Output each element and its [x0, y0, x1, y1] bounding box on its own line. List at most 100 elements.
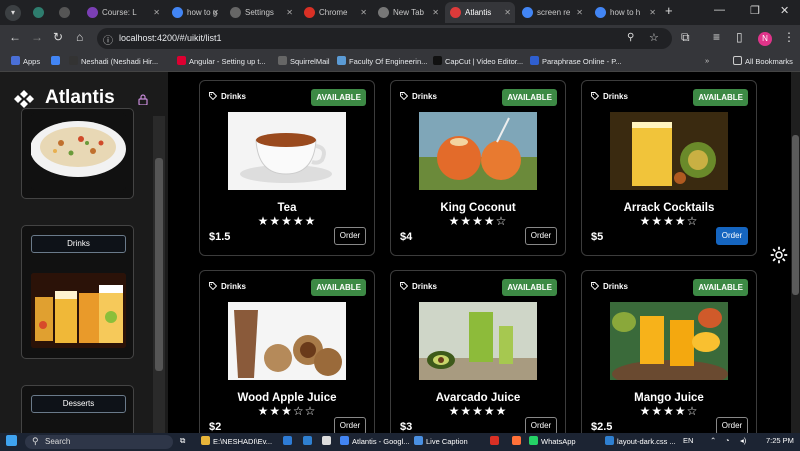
product-name: Avarcado Juice — [435, 392, 521, 404]
bookmark-star-icon[interactable]: ☆ — [649, 31, 659, 44]
close-tab-icon[interactable]: ✕ — [286, 2, 293, 23]
lock-icon[interactable] — [138, 94, 148, 105]
angular-icon — [450, 7, 461, 18]
reload-icon[interactable]: ↻ — [53, 30, 63, 44]
windows-start-icon[interactable] — [6, 435, 20, 447]
close-tab-icon[interactable]: ✕ — [360, 2, 367, 23]
restore-button[interactable]: ❐ — [750, 4, 760, 17]
home-icon[interactable]: ⌂ — [76, 30, 83, 44]
rating-stars[interactable]: ★★★★☆ — [582, 404, 756, 418]
task-view-icon[interactable]: ⧉ — [180, 436, 185, 446]
back-icon[interactable]: ← — [9, 30, 21, 44]
language-indicator[interactable]: EN — [683, 436, 693, 445]
course-icon — [87, 7, 98, 18]
firefox-icon[interactable] — [512, 436, 524, 446]
tag-icon — [209, 282, 217, 290]
order-button[interactable]: Order — [525, 227, 557, 245]
category-card-food[interactable] — [21, 108, 134, 199]
product-image — [228, 302, 346, 380]
status-badge: AVAILABLE — [311, 89, 366, 106]
taskbar-app[interactable]: WhatsApp — [529, 436, 576, 446]
media-icon[interactable]: ≡ — [713, 30, 720, 44]
all-bookmarks-button[interactable]: All Bookmarks — [733, 56, 793, 66]
bookmark-item[interactable] — [51, 56, 63, 66]
files-icon[interactable] — [283, 436, 295, 446]
bookmark-item[interactable]: SquirrelMail — [278, 56, 330, 66]
search-icon: ⚲ — [32, 436, 39, 446]
volume-icon[interactable]: ◂) — [740, 436, 746, 445]
bookmark-label: CapCut | Video Editor... — [445, 57, 524, 66]
taskbar-search[interactable]: ⚲ Search — [25, 435, 173, 449]
close-window-button[interactable]: ✕ — [780, 4, 789, 17]
close-tab-icon[interactable]: ✕ — [153, 2, 160, 23]
more-bookmarks-icon[interactable]: » — [705, 56, 709, 65]
taskbar-app[interactable]: Live Caption — [414, 436, 468, 446]
tab-4[interactable]: Settings ✕ — [225, 2, 297, 23]
bookmark-item[interactable]: CapCut | Video Editor... — [433, 56, 523, 66]
tab-3[interactable]: how to g ✕ — [167, 2, 223, 23]
new-tab-button[interactable]: + — [665, 3, 673, 18]
zoom-search-icon[interactable]: ⚲ — [627, 32, 634, 43]
menu-icon[interactable]: ⋮ — [783, 30, 795, 44]
tab-5[interactable]: Chrome ✕ — [299, 2, 371, 23]
close-tab-icon[interactable]: ✕ — [432, 2, 439, 23]
bookmark-item[interactable]: Paraphrase Online - P... — [530, 56, 622, 66]
tray-chevron-icon[interactable]: ⌃ — [710, 436, 716, 445]
taskbar-app[interactable]: E:\NESHADI\Ev... — [201, 436, 272, 446]
taskbar-app[interactable]: Atlantis - Googl... — [340, 436, 410, 446]
close-tab-icon[interactable]: ✕ — [504, 2, 511, 23]
order-button[interactable]: Order — [525, 417, 557, 433]
app-icon[interactable] — [490, 436, 502, 446]
settings-gear-icon[interactable] — [770, 246, 788, 264]
bookmark-item[interactable]: Neshadi (Neshadi Hir... — [69, 56, 158, 66]
bookmark-item[interactable]: Faculty Of Engineerin... — [337, 56, 427, 66]
taskbar-app-icon — [529, 436, 538, 445]
forward-icon[interactable]: → — [31, 30, 43, 44]
tab-1[interactable] — [54, 2, 80, 23]
rating-stars[interactable]: ★★★★★ — [391, 404, 565, 418]
rating-stars[interactable]: ★★★★☆ — [582, 214, 756, 228]
order-button[interactable]: Order — [716, 417, 748, 433]
close-tab-icon[interactable]: ✕ — [212, 2, 219, 23]
settings-icon[interactable] — [322, 436, 334, 446]
category-card-drinks[interactable]: Drinks — [21, 225, 134, 359]
taskbar-app[interactable]: layout-dark.css ... — [605, 436, 676, 446]
rating-stars[interactable]: ★★★★★ — [200, 214, 374, 228]
address-bar[interactable]: ⓘ localhost:4200/#/uikit/list1 ⚲ ☆ — [97, 28, 672, 49]
files-icon-glyph — [283, 436, 292, 445]
order-button[interactable]: Order — [716, 227, 748, 245]
rating-stars[interactable]: ★★★☆☆ — [200, 404, 374, 418]
tab-0[interactable] — [28, 2, 52, 23]
tab-7[interactable]: Atlantis ✕ — [445, 2, 515, 23]
tab-6[interactable]: New Tab ✕ — [373, 2, 443, 23]
sidebar-scroll-thumb[interactable] — [155, 158, 163, 371]
page-scroll-thumb[interactable] — [792, 135, 799, 295]
bookmark-item[interactable]: Apps — [11, 56, 40, 66]
order-button[interactable]: Order — [334, 227, 366, 245]
side-panel-icon[interactable]: ▯ — [736, 30, 743, 44]
product-grid: Drinks AVAILABLE Tea ★★★★★ $1.5 Order Drinks AV… — [168, 72, 800, 433]
minimize-button[interactable]: — — [714, 4, 725, 16]
network-icon[interactable]: ◔ — [725, 436, 730, 445]
product-category-label: Drinks — [603, 92, 628, 101]
site-info-icon[interactable]: ⓘ — [103, 32, 113, 47]
mail-icon[interactable] — [303, 436, 315, 446]
tab-8[interactable]: screen re ✕ — [517, 2, 587, 23]
product-category-label: Drinks — [412, 92, 437, 101]
clock[interactable]: 7:25 PM — [766, 436, 794, 445]
tab-search-button[interactable]: ▾ — [5, 5, 21, 21]
category-button-drinks[interactable]: Drinks — [31, 235, 126, 253]
profile-avatar[interactable]: N — [758, 32, 772, 46]
close-tab-icon[interactable]: ✕ — [649, 2, 656, 23]
order-button[interactable]: Order — [334, 417, 366, 433]
close-tab-icon[interactable]: ✕ — [576, 2, 583, 23]
tab-2[interactable]: Course: L ✕ — [82, 2, 164, 23]
bookmark-item[interactable]: Angular - Setting up t... — [177, 56, 266, 66]
category-card-desserts[interactable]: Desserts — [21, 385, 134, 433]
extensions-icon[interactable]: ⧉ — [681, 30, 690, 45]
product-card: Drinks AVAILABLE Wood Apple Juice ★★★☆☆ $2 Or… — [199, 270, 375, 433]
bookmark-favicon-icon — [530, 56, 539, 65]
category-button-desserts[interactable]: Desserts — [31, 395, 126, 413]
rating-stars[interactable]: ★★★★☆ — [391, 214, 565, 228]
tab-9[interactable]: how to h ✕ — [590, 2, 660, 23]
